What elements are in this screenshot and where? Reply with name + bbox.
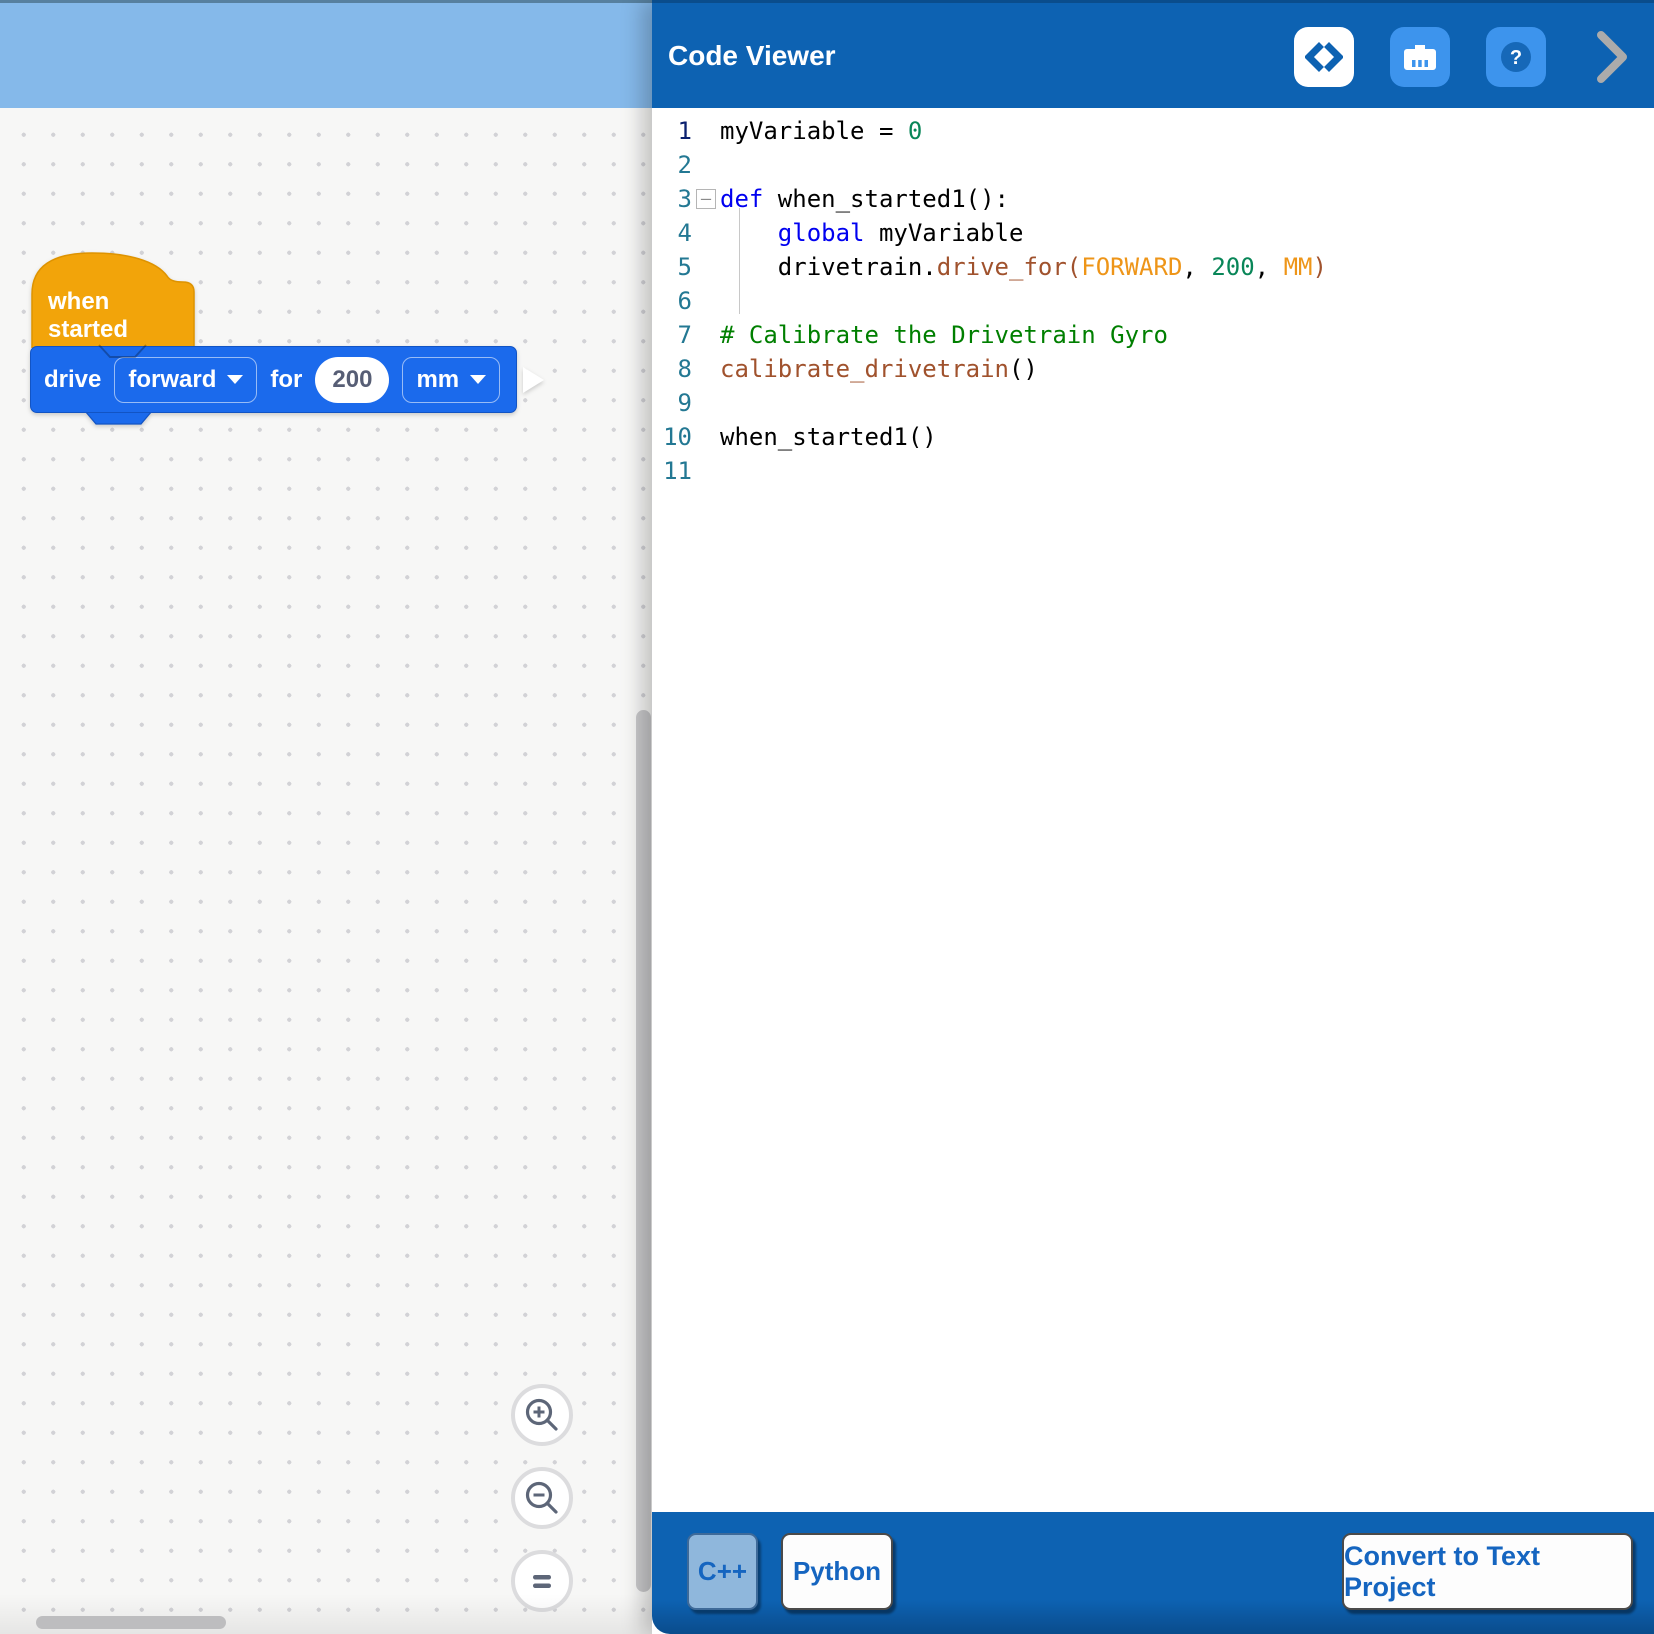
- workspace-vertical-scrollbar[interactable]: [636, 710, 651, 1592]
- fold-gutter: [692, 454, 720, 488]
- line-number: 5: [652, 250, 692, 284]
- line-number: 9: [652, 386, 692, 420]
- block-top-notch: [98, 344, 148, 360]
- fold-gutter: [692, 216, 720, 250]
- code-text: def when_started1():: [720, 182, 1009, 216]
- line-number: 8: [652, 352, 692, 386]
- svg-text:?: ?: [1510, 47, 1522, 69]
- fold-gutter: [692, 250, 720, 284]
- code-line: 3–def when_started1():: [652, 182, 1654, 216]
- when-started-label: when started: [48, 288, 188, 344]
- fold-gutter: [692, 352, 720, 386]
- code-line: 5 drivetrain.drive_for(FORWARD, 200, MM): [652, 250, 1654, 284]
- code-viewer-header: Code Viewer ?: [652, 0, 1654, 108]
- code-viewer-title: Code Viewer: [652, 40, 836, 72]
- chevron-down-icon: [227, 375, 243, 384]
- fold-gutter: [692, 386, 720, 420]
- for-label: for: [270, 366, 302, 394]
- collapse-chevron-icon: [1594, 29, 1630, 85]
- code-line: 11: [652, 454, 1654, 488]
- zoom-out-button[interactable]: [511, 1467, 573, 1529]
- line-number: 1: [652, 114, 692, 148]
- code-line: 1 myVariable = 0: [652, 114, 1654, 148]
- code-line: 8 calibrate_drivetrain(): [652, 352, 1654, 386]
- direction-dropdown[interactable]: forward: [114, 357, 257, 403]
- unit-value: mm: [416, 366, 459, 394]
- line-number: 6: [652, 284, 692, 318]
- brain-device-button[interactable]: [1390, 27, 1450, 87]
- help-button[interactable]: ?: [1486, 27, 1546, 87]
- collapse-panel-button[interactable]: [1582, 27, 1642, 87]
- block-bottom-bump: [83, 411, 155, 427]
- code-line: 2: [652, 148, 1654, 182]
- code-line: 6: [652, 284, 1654, 318]
- code-line: 4 global myVariable: [652, 216, 1654, 250]
- zoom-out-icon: [521, 1477, 563, 1519]
- brain-icon: [1401, 39, 1439, 75]
- line-number: 3: [652, 182, 692, 216]
- python-language-button[interactable]: Python: [781, 1533, 893, 1610]
- fold-gutter: [692, 284, 720, 318]
- zoom-in-button[interactable]: [511, 1384, 573, 1446]
- code-viewer-footer: C++ Python Convert to Text Project: [652, 1512, 1654, 1634]
- code-icon: [1305, 40, 1343, 74]
- chevron-down-icon: [470, 375, 486, 384]
- distance-input[interactable]: 200: [315, 357, 389, 403]
- line-number: 11: [652, 454, 692, 488]
- fold-collapse-icon[interactable]: –: [696, 189, 716, 209]
- run-block-play-icon[interactable]: [523, 367, 544, 393]
- code-line: 9: [652, 386, 1654, 420]
- code-text: drivetrain.drive_for(FORWARD, 200, MM): [720, 250, 1327, 284]
- code-text: when_started1(): [720, 420, 937, 454]
- line-number: 2: [652, 148, 692, 182]
- distance-value: 200: [332, 366, 372, 394]
- code-editor: 1 myVariable = 0 23–def when_started1():4 …: [652, 108, 1654, 1512]
- direction-value: forward: [128, 366, 216, 394]
- line-number: 7: [652, 318, 692, 352]
- zoom-in-icon: [521, 1394, 563, 1436]
- code-text: calibrate_drivetrain(): [720, 352, 1038, 386]
- block-workspace: when started drive forward for 200 mm: [0, 0, 652, 1634]
- code-viewer-panel: Code Viewer ?: [652, 0, 1654, 1634]
- workspace-horizontal-scrollbar[interactable]: [36, 1616, 226, 1629]
- unit-dropdown[interactable]: mm: [402, 357, 500, 403]
- line-number: 4: [652, 216, 692, 250]
- code-text: # Calibrate the Drivetrain Gyro: [720, 318, 1168, 352]
- code-line: 10 when_started1(): [652, 420, 1654, 454]
- drive-verb-label: drive: [44, 366, 101, 394]
- indent-guide: [739, 208, 740, 314]
- fold-gutter: [692, 318, 720, 352]
- header-icon-group: ?: [1294, 3, 1642, 111]
- code-view-button[interactable]: [1294, 27, 1354, 87]
- code-text: global myVariable: [720, 216, 1023, 250]
- fold-gutter: [692, 420, 720, 454]
- block-stack: when started drive forward for 200 mm: [28, 248, 528, 438]
- help-icon: ?: [1496, 37, 1536, 77]
- line-number: 10: [652, 420, 692, 454]
- code-text: myVariable = 0: [720, 114, 922, 148]
- cpp-language-button[interactable]: C++: [687, 1533, 758, 1610]
- top-toolbar: [0, 0, 652, 108]
- fold-gutter: –: [692, 182, 720, 216]
- fold-gutter: [692, 114, 720, 148]
- fold-gutter: [692, 148, 720, 182]
- workspace-canvas[interactable]: when started drive forward for 200 mm: [0, 108, 652, 1634]
- convert-to-text-project-button[interactable]: Convert to Text Project: [1342, 1533, 1633, 1610]
- code-line: 7 # Calibrate the Drivetrain Gyro: [652, 318, 1654, 352]
